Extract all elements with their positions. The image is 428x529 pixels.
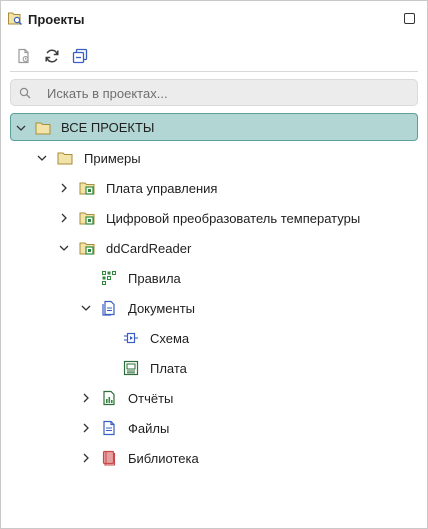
refresh-icon: [45, 49, 59, 63]
tree-item-examples[interactable]: Примеры: [1, 144, 427, 172]
documents-icon: [102, 300, 115, 316]
collapse-all-icon: [72, 48, 88, 64]
project-folder-icon: [79, 182, 95, 195]
rules-icon: [102, 271, 116, 285]
tree-item-schema[interactable]: Схема: [1, 324, 427, 352]
pcb-icon: [123, 360, 139, 376]
tree-item-library[interactable]: Библиотека: [1, 444, 427, 472]
tree-item-rules[interactable]: Правила: [1, 264, 427, 292]
tree-item-label: Примеры: [84, 151, 141, 166]
panel-header: Проекты: [1, 1, 427, 37]
file-icon: [103, 420, 115, 436]
open-document-icon: [18, 48, 29, 64]
projects-panel: Проекты Искать в проектах... ВСЕ ПРОЕКТЫ…: [0, 0, 428, 529]
tree-item-label: Правила: [128, 271, 181, 286]
tree-item-label: Плата управления: [106, 181, 218, 196]
tree-item-ddcardreader[interactable]: ddCardReader: [1, 234, 427, 262]
tree-item-label: Файлы: [128, 421, 170, 436]
tree-item-label: Плата: [150, 361, 187, 376]
tree-item-documents[interactable]: Документы: [1, 294, 427, 322]
tree-item-label: Схема: [150, 331, 190, 346]
chevron-right-icon[interactable]: [59, 213, 69, 223]
tree-item-label: Цифровой преобразователь температуры: [106, 211, 361, 226]
collapse-all-button[interactable]: [71, 47, 89, 65]
search-box: [10, 79, 418, 107]
projects-icon: [8, 12, 22, 25]
tree-item-files[interactable]: Файлы: [1, 414, 427, 442]
library-icon: [102, 450, 116, 466]
tree-item-label: Отчёты: [128, 391, 174, 406]
chevron-down-icon[interactable]: [16, 123, 26, 133]
search-input[interactable]: [45, 80, 409, 107]
toolbar: [10, 41, 418, 72]
tree-item-reports[interactable]: Отчёты: [1, 384, 427, 412]
refresh-button[interactable]: [43, 47, 61, 65]
chevron-right-icon[interactable]: [81, 393, 91, 403]
panel-title: Проекты: [28, 12, 85, 27]
report-icon: [103, 390, 115, 406]
chevron-down-icon[interactable]: [59, 243, 69, 253]
folder-icon: [35, 122, 51, 135]
folder-icon: [57, 152, 73, 165]
tree-item-all-projects[interactable]: ВСЕ ПРОЕКТЫ: [10, 113, 418, 141]
chevron-right-icon[interactable]: [59, 183, 69, 193]
maximize-button[interactable]: [404, 13, 415, 24]
tree-item-label: ddCardReader: [106, 241, 192, 256]
tree-item-control-board[interactable]: Плата управления: [1, 174, 427, 202]
tree-item-label: ВСЕ ПРОЕКТЫ: [61, 120, 155, 135]
schematic-icon: [124, 332, 138, 344]
project-folder-icon: [79, 242, 95, 255]
chevron-right-icon[interactable]: [81, 423, 91, 433]
search-icon: [19, 87, 31, 99]
chevron-down-icon[interactable]: [81, 303, 91, 313]
tree-item-board[interactable]: Плата: [1, 354, 427, 382]
tree-item-temp-converter[interactable]: Цифровой преобразователь температуры: [1, 204, 427, 232]
chevron-right-icon[interactable]: [81, 453, 91, 463]
project-folder-icon: [79, 212, 95, 225]
tree-item-label: Библиотека: [128, 451, 199, 466]
open-project-button[interactable]: [15, 47, 33, 65]
chevron-down-icon[interactable]: [37, 153, 47, 163]
tree-item-label: Документы: [128, 301, 196, 316]
